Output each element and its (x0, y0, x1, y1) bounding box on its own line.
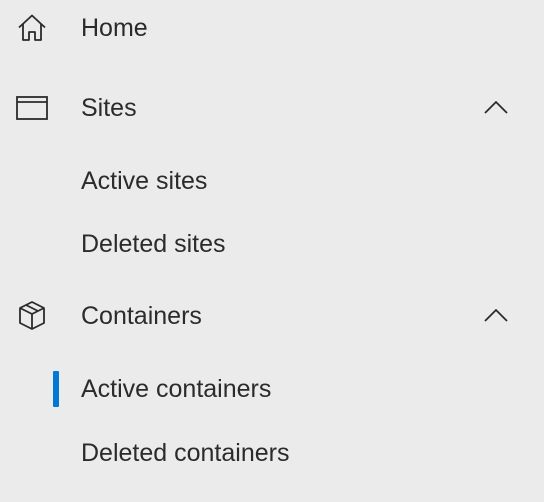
selected-indicator (53, 371, 59, 407)
nav-item-home-label: Home (81, 14, 148, 42)
browser-window-icon (14, 90, 50, 126)
nav-item-sites-label: Sites (81, 94, 137, 122)
chevron-up-icon[interactable] (478, 298, 514, 334)
nav-subitem-active-containers[interactable]: Active containers (0, 361, 544, 417)
nav-item-containers[interactable]: Containers (0, 288, 544, 344)
nav-subitem-label: Deleted sites (81, 230, 226, 258)
nav-subitem-label: Deleted containers (81, 439, 290, 467)
nav-item-home[interactable]: Home (0, 0, 544, 56)
nav-subitem-deleted-sites[interactable]: Deleted sites (0, 216, 544, 272)
chevron-up-icon[interactable] (478, 90, 514, 126)
cube-icon (14, 298, 50, 334)
nav-item-containers-label: Containers (81, 302, 202, 330)
home-icon (14, 10, 50, 46)
left-navigation: Home Sites Active sites Deleted sites Co… (0, 0, 544, 502)
nav-subitem-active-sites[interactable]: Active sites (0, 153, 544, 209)
nav-subitem-deleted-containers[interactable]: Deleted containers (0, 425, 544, 481)
nav-subitem-label: Active sites (81, 167, 208, 195)
nav-item-sites[interactable]: Sites (0, 80, 544, 136)
nav-subitem-label: Active containers (81, 375, 272, 403)
